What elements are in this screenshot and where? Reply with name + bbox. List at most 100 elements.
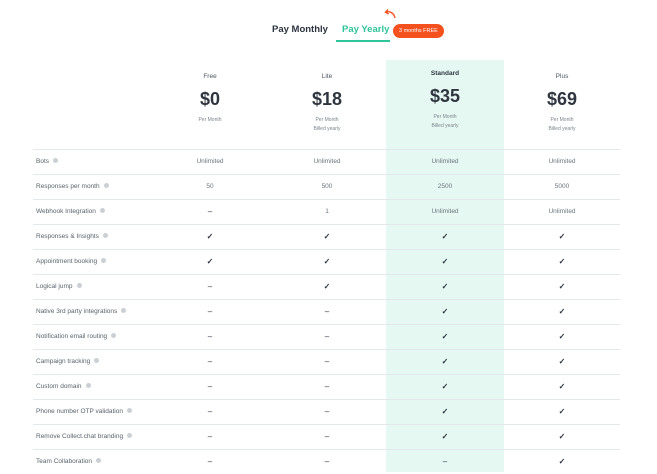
check-icon: ✓ bbox=[323, 232, 331, 241]
info-icon[interactable] bbox=[94, 357, 100, 363]
plan-period: Per Month bbox=[550, 117, 574, 123]
info-icon[interactable] bbox=[126, 407, 132, 413]
check-icon: ✓ bbox=[441, 307, 449, 316]
check-icon: ✓ bbox=[558, 257, 566, 266]
check-icon: ✓ bbox=[441, 407, 449, 416]
dash-icon: – bbox=[207, 282, 213, 291]
info-icon[interactable] bbox=[111, 332, 117, 338]
plan-period: Per Month bbox=[315, 117, 339, 123]
tab-pay-monthly[interactable]: Pay Monthly bbox=[272, 24, 328, 35]
dash-icon: – bbox=[207, 307, 213, 316]
plan-standard: Standard $35 Per Month Billed yearly bbox=[386, 69, 504, 131]
table-row: Team Collaboration – – – ✓ bbox=[33, 449, 620, 474]
check-icon: ✓ bbox=[441, 257, 449, 266]
table-row: Logical jump – ✓ ✓ ✓ bbox=[33, 274, 620, 299]
feature-value: Unlimited bbox=[548, 158, 576, 165]
plan-name: Plus bbox=[555, 73, 569, 80]
table-row: Campaign tracking – – ✓ ✓ bbox=[33, 349, 620, 374]
info-icon[interactable] bbox=[53, 157, 59, 163]
info-icon[interactable] bbox=[102, 232, 108, 238]
info-icon[interactable] bbox=[85, 382, 91, 388]
table-row: Custom domain – – ✓ ✓ bbox=[33, 374, 620, 399]
info-icon[interactable] bbox=[96, 457, 102, 463]
plan-price: $69 bbox=[546, 89, 578, 109]
table-row: Bots Unlimited Unlimited Unlimited Unlimited bbox=[33, 149, 620, 174]
plan-billing: Billed yearly bbox=[548, 126, 576, 132]
plan-billing: Billed yearly bbox=[431, 123, 459, 129]
check-icon: ✓ bbox=[558, 432, 566, 441]
table-row: Native 3rd party integrations – – ✓ ✓ bbox=[33, 299, 620, 324]
feature-label: Bots bbox=[36, 150, 59, 174]
check-icon: ✓ bbox=[206, 257, 214, 266]
table-row: Appointment booking ✓ ✓ ✓ ✓ bbox=[33, 249, 620, 274]
table-row: Notification email routing – – ✓ ✓ bbox=[33, 324, 620, 349]
check-icon: ✓ bbox=[558, 232, 566, 241]
info-icon[interactable] bbox=[127, 432, 133, 438]
feature-name: Native 3rd party integrations bbox=[36, 308, 118, 315]
feature-label: Phone number OTP validation bbox=[36, 400, 132, 424]
dash-icon: – bbox=[324, 457, 330, 466]
plan-name: Free bbox=[203, 73, 217, 80]
dash-icon: – bbox=[324, 382, 330, 391]
feature-label: Responses & Insights bbox=[36, 225, 108, 249]
dash-icon: – bbox=[207, 207, 213, 216]
feature-label: Remove Collect.chat branding bbox=[36, 425, 133, 449]
check-icon: ✓ bbox=[441, 382, 449, 391]
feature-label: Appointment booking bbox=[36, 250, 107, 274]
feature-name: Phone number OTP validation bbox=[36, 408, 123, 415]
info-icon[interactable] bbox=[121, 307, 127, 313]
plan-price: $35 bbox=[429, 86, 461, 106]
check-icon: ✓ bbox=[323, 257, 331, 266]
check-icon: ✓ bbox=[558, 357, 566, 366]
table-row: Remove Collect.chat branding – – ✓ ✓ bbox=[33, 424, 620, 449]
dash-icon: – bbox=[207, 382, 213, 391]
tab-pay-yearly[interactable]: Pay Yearly bbox=[342, 24, 389, 35]
dash-icon: – bbox=[442, 457, 448, 466]
table-row: Responses & Insights ✓ ✓ ✓ ✓ bbox=[33, 224, 620, 249]
check-icon: ✓ bbox=[441, 232, 449, 241]
info-icon[interactable] bbox=[76, 282, 82, 288]
check-icon: ✓ bbox=[558, 457, 566, 466]
feature-name: Remove Collect.chat branding bbox=[36, 433, 124, 440]
feature-name: Responses & Insights bbox=[36, 233, 99, 240]
plan-billing: Billed yearly bbox=[313, 126, 341, 132]
feature-label: Native 3rd party integrations bbox=[36, 300, 127, 324]
feature-value: 2500 bbox=[437, 183, 453, 190]
dash-icon: – bbox=[207, 457, 213, 466]
feature-label: Webhook Integration bbox=[36, 200, 105, 224]
feature-label: Campaign tracking bbox=[36, 350, 100, 374]
feature-name: Notification email routing bbox=[36, 333, 108, 340]
feature-name: Logical jump bbox=[36, 283, 73, 290]
info-icon[interactable] bbox=[103, 182, 109, 188]
check-icon: ✓ bbox=[558, 407, 566, 416]
info-icon[interactable] bbox=[101, 257, 107, 263]
plan-name: Lite bbox=[321, 73, 333, 80]
info-icon[interactable] bbox=[99, 207, 105, 213]
billing-toggle: Pay Monthly Pay Yearly 3 months FREE bbox=[0, 9, 657, 44]
feature-name: Webhook Integration bbox=[36, 208, 96, 215]
feature-name: Bots bbox=[36, 158, 50, 165]
plan-period: Per Month bbox=[433, 114, 457, 120]
check-icon: ✓ bbox=[206, 232, 214, 241]
feature-label: Team Collaboration bbox=[36, 450, 102, 474]
check-icon: ✓ bbox=[558, 282, 566, 291]
feature-value: Unlimited bbox=[431, 158, 459, 165]
feature-value: Unlimited bbox=[548, 208, 576, 215]
table-row: Phone number OTP validation – – ✓ ✓ bbox=[33, 399, 620, 424]
feature-value: Unlimited bbox=[431, 208, 459, 215]
dash-icon: – bbox=[207, 432, 213, 441]
check-icon: ✓ bbox=[441, 282, 449, 291]
active-tab-indicator bbox=[336, 40, 390, 42]
check-icon: ✓ bbox=[323, 282, 331, 291]
feature-name: Appointment booking bbox=[36, 258, 98, 265]
feature-label: Responses per month bbox=[36, 175, 109, 199]
table-row: Responses per month 50 500 2500 5000 bbox=[33, 174, 620, 199]
plan-lite: Lite $18 Per Month Billed yearly bbox=[268, 72, 386, 134]
feature-value: 5000 bbox=[554, 183, 570, 190]
promo-badge: 3 months FREE bbox=[393, 24, 444, 38]
dash-icon: – bbox=[324, 307, 330, 316]
dash-icon: – bbox=[324, 407, 330, 416]
dash-icon: – bbox=[324, 357, 330, 366]
check-icon: ✓ bbox=[558, 382, 566, 391]
plan-name: Standard bbox=[430, 70, 460, 77]
